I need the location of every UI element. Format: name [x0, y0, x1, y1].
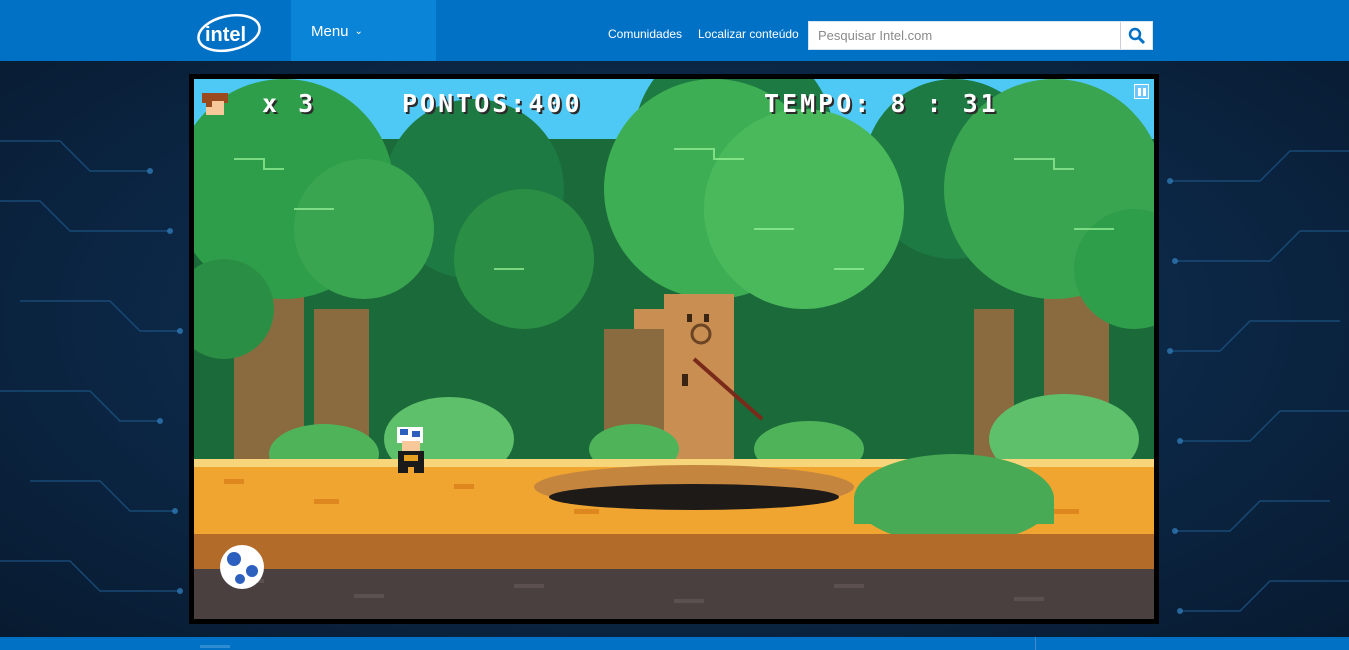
menu-button[interactable]: Menu ⌄ — [291, 0, 436, 61]
search-box — [808, 21, 1153, 50]
score-label: PONTOS: — [402, 89, 529, 118]
lives-value: 3 — [298, 89, 317, 118]
intel-logo[interactable]: intel — [195, 12, 263, 54]
link-localizar-conteudo[interactable]: Localizar conteúdo — [698, 27, 799, 41]
score-value: 400 — [528, 89, 583, 118]
svg-text:intel: intel — [205, 24, 246, 46]
footer-bar — [0, 637, 1349, 650]
dirt-layer — [194, 534, 1154, 569]
timer-display: TEMPO: 8 : 31 — [764, 89, 999, 118]
menu-label: Menu — [311, 23, 349, 40]
time-value: 8 : 31 — [890, 89, 999, 118]
rock-layer — [194, 569, 1154, 619]
lives-counter: x 3 — [262, 89, 316, 118]
chevron-down-icon: ⌄ — [354, 26, 363, 37]
game-frame: x 3 PONTOS:400 TEMPO: 8 : 31 — [189, 74, 1159, 624]
pause-icon[interactable] — [1134, 84, 1149, 99]
score-display: PONTOS:400 — [402, 89, 583, 118]
pit — [534, 465, 854, 510]
search-button[interactable] — [1120, 22, 1152, 49]
game-scene — [194, 79, 1154, 619]
search-input[interactable] — [809, 22, 1119, 49]
spotted-ball — [220, 545, 264, 589]
time-label: TEMPO: — [764, 89, 873, 118]
link-comunidades[interactable]: Comunidades — [608, 27, 682, 41]
search-icon — [1128, 27, 1145, 44]
top-navigation-bar: intel Menu ⌄ Comunidades Localizar conteú… — [0, 0, 1349, 61]
game-canvas[interactable]: x 3 PONTOS:400 TEMPO: 8 : 31 — [194, 79, 1154, 619]
lives-prefix: x — [262, 89, 281, 118]
